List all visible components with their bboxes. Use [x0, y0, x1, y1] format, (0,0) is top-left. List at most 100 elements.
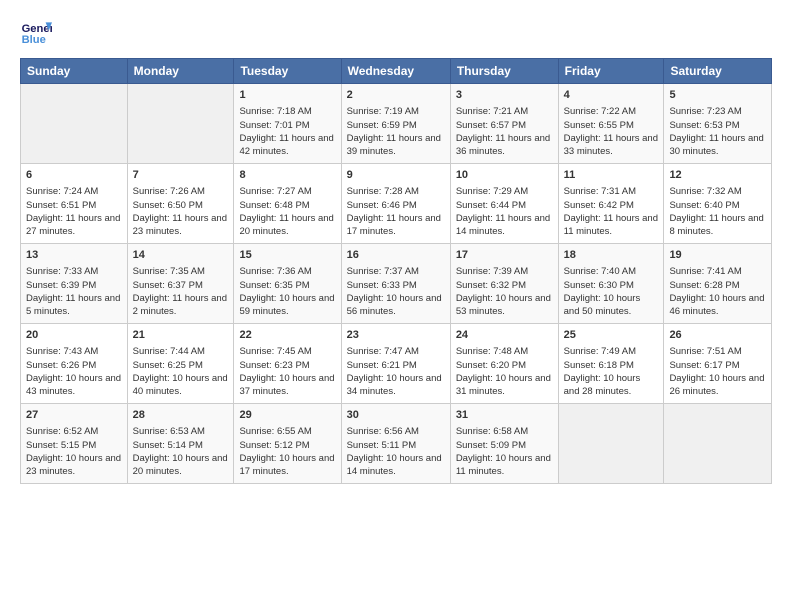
- header-tuesday: Tuesday: [234, 59, 341, 84]
- day-number: 16: [347, 248, 445, 263]
- day-info: Sunrise: 7:37 AM: [347, 265, 445, 278]
- calendar-cell: 20Sunrise: 7:43 AMSunset: 6:26 PMDayligh…: [21, 324, 128, 404]
- day-info: Sunset: 6:59 PM: [347, 119, 445, 132]
- day-info: Sunrise: 7:48 AM: [456, 345, 553, 358]
- week-row-5: 27Sunrise: 6:52 AMSunset: 5:15 PMDayligh…: [21, 404, 772, 484]
- day-info: Sunset: 6:18 PM: [564, 359, 659, 372]
- day-info: Sunset: 6:26 PM: [26, 359, 122, 372]
- calendar-cell: 8Sunrise: 7:27 AMSunset: 6:48 PMDaylight…: [234, 164, 341, 244]
- calendar-cell: 9Sunrise: 7:28 AMSunset: 6:46 PMDaylight…: [341, 164, 450, 244]
- day-info: Sunset: 6:40 PM: [669, 199, 766, 212]
- calendar-cell: 24Sunrise: 7:48 AMSunset: 6:20 PMDayligh…: [450, 324, 558, 404]
- day-info: Daylight: 10 hours and 26 minutes.: [669, 372, 766, 399]
- day-info: Sunset: 6:46 PM: [347, 199, 445, 212]
- day-info: Sunset: 6:42 PM: [564, 199, 659, 212]
- day-number: 7: [133, 168, 229, 183]
- day-number: 30: [347, 408, 445, 423]
- day-info: Daylight: 10 hours and 31 minutes.: [456, 372, 553, 399]
- day-info: Sunset: 6:57 PM: [456, 119, 553, 132]
- day-info: Daylight: 10 hours and 46 minutes.: [669, 292, 766, 319]
- week-row-2: 6Sunrise: 7:24 AMSunset: 6:51 PMDaylight…: [21, 164, 772, 244]
- day-number: 17: [456, 248, 553, 263]
- calendar-cell: 23Sunrise: 7:47 AMSunset: 6:21 PMDayligh…: [341, 324, 450, 404]
- day-info: Sunrise: 7:40 AM: [564, 265, 659, 278]
- page-header: General Blue: [20, 16, 772, 48]
- day-info: Sunrise: 7:44 AM: [133, 345, 229, 358]
- day-number: 15: [239, 248, 335, 263]
- day-info: Daylight: 11 hours and 39 minutes.: [347, 132, 445, 159]
- day-number: 24: [456, 328, 553, 343]
- day-info: Sunrise: 7:18 AM: [239, 105, 335, 118]
- calendar-cell: 3Sunrise: 7:21 AMSunset: 6:57 PMDaylight…: [450, 84, 558, 164]
- day-info: Sunset: 5:11 PM: [347, 439, 445, 452]
- day-info: Daylight: 11 hours and 20 minutes.: [239, 212, 335, 239]
- calendar-cell: [21, 84, 128, 164]
- day-info: Daylight: 11 hours and 11 minutes.: [564, 212, 659, 239]
- calendar-cell: 27Sunrise: 6:52 AMSunset: 5:15 PMDayligh…: [21, 404, 128, 484]
- day-info: Daylight: 11 hours and 30 minutes.: [669, 132, 766, 159]
- calendar-cell: 29Sunrise: 6:55 AMSunset: 5:12 PMDayligh…: [234, 404, 341, 484]
- day-info: Sunrise: 7:22 AM: [564, 105, 659, 118]
- calendar-cell: 18Sunrise: 7:40 AMSunset: 6:30 PMDayligh…: [558, 244, 664, 324]
- calendar-cell: 30Sunrise: 6:56 AMSunset: 5:11 PMDayligh…: [341, 404, 450, 484]
- calendar-cell: 1Sunrise: 7:18 AMSunset: 7:01 PMDaylight…: [234, 84, 341, 164]
- calendar-header-row: SundayMondayTuesdayWednesdayThursdayFrid…: [21, 59, 772, 84]
- day-info: Sunrise: 6:58 AM: [456, 425, 553, 438]
- day-info: Daylight: 10 hours and 23 minutes.: [26, 452, 122, 479]
- day-info: Daylight: 11 hours and 5 minutes.: [26, 292, 122, 319]
- day-info: Daylight: 10 hours and 53 minutes.: [456, 292, 553, 319]
- day-number: 2: [347, 88, 445, 103]
- day-number: 13: [26, 248, 122, 263]
- header-saturday: Saturday: [664, 59, 772, 84]
- calendar-cell: 17Sunrise: 7:39 AMSunset: 6:32 PMDayligh…: [450, 244, 558, 324]
- day-number: 26: [669, 328, 766, 343]
- day-number: 23: [347, 328, 445, 343]
- calendar-cell: [664, 404, 772, 484]
- day-info: Sunrise: 7:21 AM: [456, 105, 553, 118]
- day-info: Sunset: 5:09 PM: [456, 439, 553, 452]
- day-info: Sunrise: 7:45 AM: [239, 345, 335, 358]
- day-info: Sunrise: 7:19 AM: [347, 105, 445, 118]
- day-number: 10: [456, 168, 553, 183]
- calendar-cell: 14Sunrise: 7:35 AMSunset: 6:37 PMDayligh…: [127, 244, 234, 324]
- day-info: Sunset: 6:50 PM: [133, 199, 229, 212]
- day-info: Sunrise: 6:55 AM: [239, 425, 335, 438]
- day-number: 20: [26, 328, 122, 343]
- day-number: 8: [239, 168, 335, 183]
- day-info: Sunset: 6:17 PM: [669, 359, 766, 372]
- logo: General Blue: [20, 16, 56, 48]
- day-number: 11: [564, 168, 659, 183]
- day-info: Sunrise: 7:49 AM: [564, 345, 659, 358]
- day-number: 14: [133, 248, 229, 263]
- day-info: Daylight: 10 hours and 28 minutes.: [564, 372, 659, 399]
- day-info: Sunset: 6:28 PM: [669, 279, 766, 292]
- day-info: Sunrise: 7:28 AM: [347, 185, 445, 198]
- calendar-cell: 19Sunrise: 7:41 AMSunset: 6:28 PMDayligh…: [664, 244, 772, 324]
- day-number: 18: [564, 248, 659, 263]
- header-sunday: Sunday: [21, 59, 128, 84]
- day-info: Sunset: 5:15 PM: [26, 439, 122, 452]
- logo-icon: General Blue: [20, 16, 52, 48]
- day-info: Sunset: 6:55 PM: [564, 119, 659, 132]
- calendar-cell: 10Sunrise: 7:29 AMSunset: 6:44 PMDayligh…: [450, 164, 558, 244]
- day-info: Sunrise: 7:32 AM: [669, 185, 766, 198]
- day-info: Daylight: 11 hours and 23 minutes.: [133, 212, 229, 239]
- calendar-cell: 7 Sunrise: 7:26 AMSunset: 6:50 PMDaylight…: [127, 164, 234, 244]
- calendar-cell: 6Sunrise: 7:24 AMSunset: 6:51 PMDaylight…: [21, 164, 128, 244]
- day-info: Daylight: 10 hours and 59 minutes.: [239, 292, 335, 319]
- calendar-cell: 28Sunrise: 6:53 AMSunset: 5:14 PMDayligh…: [127, 404, 234, 484]
- day-number: 5: [669, 88, 766, 103]
- day-number: 25: [564, 328, 659, 343]
- day-info: Daylight: 10 hours and 37 minutes.: [239, 372, 335, 399]
- day-info: Daylight: 11 hours and 42 minutes.: [239, 132, 335, 159]
- calendar-cell: 22Sunrise: 7:45 AMSunset: 6:23 PMDayligh…: [234, 324, 341, 404]
- day-info: Sunset: 6:39 PM: [26, 279, 122, 292]
- day-number: 1: [239, 88, 335, 103]
- day-info: Sunset: 6:48 PM: [239, 199, 335, 212]
- day-info: Sunrise: 7:26 AM: [133, 185, 229, 198]
- day-info: Daylight: 10 hours and 11 minutes.: [456, 452, 553, 479]
- day-info: Sunrise: 7:47 AM: [347, 345, 445, 358]
- day-number: 21: [133, 328, 229, 343]
- day-info: Sunset: 6:37 PM: [133, 279, 229, 292]
- day-info: Sunrise: 7:29 AM: [456, 185, 553, 198]
